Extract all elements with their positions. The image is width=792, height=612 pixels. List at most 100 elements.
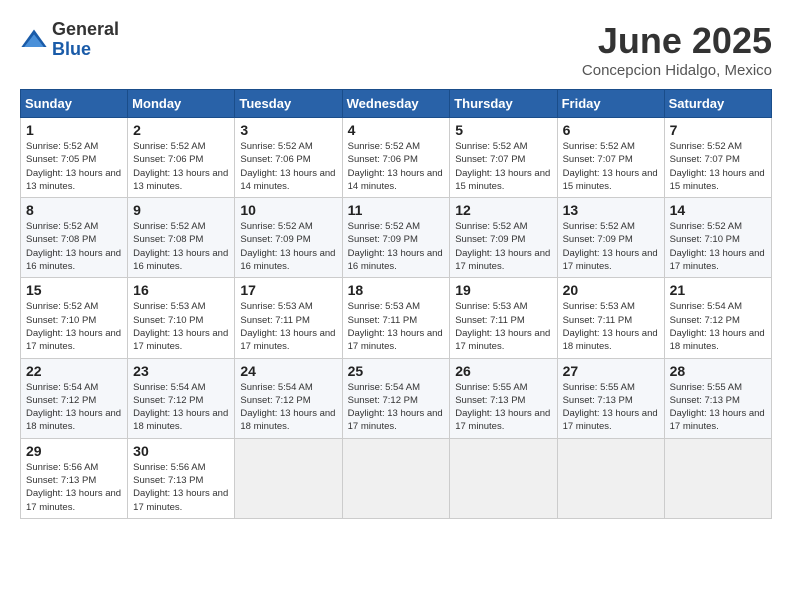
calendar-day-cell: 19 Sunrise: 5:53 AMSunset: 7:11 PMDayligh… bbox=[450, 278, 557, 358]
calendar-header-sunday: Sunday bbox=[21, 90, 128, 118]
title-area: June 2025 Concepcion Hidalgo, Mexico bbox=[582, 20, 772, 79]
day-number: 16 bbox=[133, 282, 229, 298]
day-info: Sunrise: 5:52 AMSunset: 7:06 PMDaylight:… bbox=[240, 140, 336, 193]
day-info: Sunrise: 5:53 AMSunset: 7:11 PMDaylight:… bbox=[240, 300, 336, 353]
day-info: Sunrise: 5:54 AMSunset: 7:12 PMDaylight:… bbox=[670, 300, 766, 353]
calendar-day-cell: 18 Sunrise: 5:53 AMSunset: 7:11 PMDayligh… bbox=[342, 278, 450, 358]
day-number: 12 bbox=[455, 202, 551, 218]
calendar-day-cell: 15 Sunrise: 5:52 AMSunset: 7:10 PMDayligh… bbox=[21, 278, 128, 358]
logo-general: General bbox=[52, 20, 119, 40]
calendar-day-cell: 24 Sunrise: 5:54 AMSunset: 7:12 PMDayligh… bbox=[235, 358, 342, 438]
calendar-day-cell: 26 Sunrise: 5:55 AMSunset: 7:13 PMDayligh… bbox=[450, 358, 557, 438]
day-info: Sunrise: 5:55 AMSunset: 7:13 PMDaylight:… bbox=[670, 381, 766, 434]
day-number: 2 bbox=[133, 122, 229, 138]
calendar-day-cell: 29 Sunrise: 5:56 AMSunset: 7:13 PMDayligh… bbox=[21, 438, 128, 518]
calendar-header-wednesday: Wednesday bbox=[342, 90, 450, 118]
day-info: Sunrise: 5:52 AMSunset: 7:07 PMDaylight:… bbox=[670, 140, 766, 193]
calendar-day-cell: 27 Sunrise: 5:55 AMSunset: 7:13 PMDayligh… bbox=[557, 358, 664, 438]
calendar-week-row: 1 Sunrise: 5:52 AMSunset: 7:05 PMDaylight… bbox=[21, 118, 772, 198]
day-number: 18 bbox=[348, 282, 445, 298]
calendar-day-cell: 11 Sunrise: 5:52 AMSunset: 7:09 PMDayligh… bbox=[342, 198, 450, 278]
day-number: 29 bbox=[26, 443, 122, 459]
day-number: 11 bbox=[348, 202, 445, 218]
day-info: Sunrise: 5:53 AMSunset: 7:10 PMDaylight:… bbox=[133, 300, 229, 353]
day-info: Sunrise: 5:54 AMSunset: 7:12 PMDaylight:… bbox=[240, 381, 336, 434]
day-info: Sunrise: 5:55 AMSunset: 7:13 PMDaylight:… bbox=[563, 381, 659, 434]
day-info: Sunrise: 5:54 AMSunset: 7:12 PMDaylight:… bbox=[348, 381, 445, 434]
day-info: Sunrise: 5:52 AMSunset: 7:08 PMDaylight:… bbox=[133, 220, 229, 273]
logo-blue: Blue bbox=[52, 40, 119, 60]
calendar-day-cell: 30Sunrise: 5:56 AMSunset: 7:13 PMDayligh… bbox=[128, 438, 235, 518]
calendar-header-thursday: Thursday bbox=[450, 90, 557, 118]
calendar-day-cell: 21 Sunrise: 5:54 AMSunset: 7:12 PMDayligh… bbox=[664, 278, 771, 358]
calendar: SundayMondayTuesdayWednesdayThursdayFrid… bbox=[20, 89, 772, 519]
day-number: 19 bbox=[455, 282, 551, 298]
day-number: 10 bbox=[240, 202, 336, 218]
logo-text: General Blue bbox=[52, 20, 119, 60]
calendar-header-tuesday: Tuesday bbox=[235, 90, 342, 118]
day-info: Sunrise: 5:54 AMSunset: 7:12 PMDaylight:… bbox=[133, 381, 229, 434]
day-info: Sunrise: 5:52 AMSunset: 7:05 PMDaylight:… bbox=[26, 140, 122, 193]
calendar-day-cell: 25 Sunrise: 5:54 AMSunset: 7:12 PMDayligh… bbox=[342, 358, 450, 438]
day-number: 17 bbox=[240, 282, 336, 298]
day-info: Sunrise: 5:54 AMSunset: 7:12 PMDaylight:… bbox=[26, 381, 122, 434]
calendar-day-cell: 20Sunrise: 5:53 AMSunset: 7:11 PMDayligh… bbox=[557, 278, 664, 358]
month-title: June 2025 bbox=[582, 20, 772, 62]
day-info: Sunrise: 5:52 AMSunset: 7:09 PMDaylight:… bbox=[240, 220, 336, 273]
day-number: 27 bbox=[563, 363, 659, 379]
calendar-week-row: 22 Sunrise: 5:54 AMSunset: 7:12 PMDayligh… bbox=[21, 358, 772, 438]
day-number: 22 bbox=[26, 363, 122, 379]
page-header: General Blue June 2025 Concepcion Hidalg… bbox=[20, 20, 772, 79]
calendar-day-cell: 22 Sunrise: 5:54 AMSunset: 7:12 PMDayligh… bbox=[21, 358, 128, 438]
calendar-day-cell: 10 Sunrise: 5:52 AMSunset: 7:09 PMDayligh… bbox=[235, 198, 342, 278]
calendar-day-cell: 2 Sunrise: 5:52 AMSunset: 7:06 PMDaylight… bbox=[128, 118, 235, 198]
day-info: Sunrise: 5:52 AMSunset: 7:09 PMDaylight:… bbox=[563, 220, 659, 273]
calendar-week-row: 15 Sunrise: 5:52 AMSunset: 7:10 PMDayligh… bbox=[21, 278, 772, 358]
calendar-header-saturday: Saturday bbox=[664, 90, 771, 118]
day-number: 5 bbox=[455, 122, 551, 138]
calendar-day-cell: 7 Sunrise: 5:52 AMSunset: 7:07 PMDaylight… bbox=[664, 118, 771, 198]
calendar-header-row: SundayMondayTuesdayWednesdayThursdayFrid… bbox=[21, 90, 772, 118]
calendar-day-cell: 17 Sunrise: 5:53 AMSunset: 7:11 PMDayligh… bbox=[235, 278, 342, 358]
calendar-day-cell: 28Sunrise: 5:55 AMSunset: 7:13 PMDayligh… bbox=[664, 358, 771, 438]
day-number: 25 bbox=[348, 363, 445, 379]
calendar-header-friday: Friday bbox=[557, 90, 664, 118]
day-info: Sunrise: 5:53 AMSunset: 7:11 PMDaylight:… bbox=[455, 300, 551, 353]
calendar-day-cell bbox=[235, 438, 342, 518]
day-number: 1 bbox=[26, 122, 122, 138]
day-number: 7 bbox=[670, 122, 766, 138]
calendar-day-cell: 23Sunrise: 5:54 AMSunset: 7:12 PMDayligh… bbox=[128, 358, 235, 438]
day-info: Sunrise: 5:52 AMSunset: 7:06 PMDaylight:… bbox=[348, 140, 445, 193]
day-number: 15 bbox=[26, 282, 122, 298]
day-info: Sunrise: 5:52 AMSunset: 7:10 PMDaylight:… bbox=[26, 300, 122, 353]
calendar-day-cell: 12Sunrise: 5:52 AMSunset: 7:09 PMDayligh… bbox=[450, 198, 557, 278]
day-number: 4 bbox=[348, 122, 445, 138]
day-number: 24 bbox=[240, 363, 336, 379]
day-info: Sunrise: 5:53 AMSunset: 7:11 PMDaylight:… bbox=[348, 300, 445, 353]
day-number: 14 bbox=[670, 202, 766, 218]
calendar-week-row: 8 Sunrise: 5:52 AMSunset: 7:08 PMDaylight… bbox=[21, 198, 772, 278]
calendar-day-cell: 14Sunrise: 5:52 AMSunset: 7:10 PMDayligh… bbox=[664, 198, 771, 278]
day-number: 3 bbox=[240, 122, 336, 138]
logo: General Blue bbox=[20, 20, 119, 60]
day-info: Sunrise: 5:52 AMSunset: 7:06 PMDaylight:… bbox=[133, 140, 229, 193]
calendar-day-cell: 5Sunrise: 5:52 AMSunset: 7:07 PMDaylight… bbox=[450, 118, 557, 198]
calendar-day-cell: 6Sunrise: 5:52 AMSunset: 7:07 PMDaylight… bbox=[557, 118, 664, 198]
calendar-day-cell: 13 Sunrise: 5:52 AMSunset: 7:09 PMDayligh… bbox=[557, 198, 664, 278]
day-number: 21 bbox=[670, 282, 766, 298]
calendar-day-cell bbox=[664, 438, 771, 518]
day-number: 26 bbox=[455, 363, 551, 379]
calendar-day-cell: 1 Sunrise: 5:52 AMSunset: 7:05 PMDaylight… bbox=[21, 118, 128, 198]
day-info: Sunrise: 5:55 AMSunset: 7:13 PMDaylight:… bbox=[455, 381, 551, 434]
day-number: 9 bbox=[133, 202, 229, 218]
day-number: 13 bbox=[563, 202, 659, 218]
day-info: Sunrise: 5:52 AMSunset: 7:07 PMDaylight:… bbox=[563, 140, 659, 193]
calendar-day-cell bbox=[557, 438, 664, 518]
day-info: Sunrise: 5:56 AMSunset: 7:13 PMDaylight:… bbox=[26, 461, 122, 514]
calendar-day-cell: 8Sunrise: 5:52 AMSunset: 7:08 PMDaylight… bbox=[21, 198, 128, 278]
day-number: 30 bbox=[133, 443, 229, 459]
day-info: Sunrise: 5:52 AMSunset: 7:09 PMDaylight:… bbox=[348, 220, 445, 273]
calendar-day-cell bbox=[342, 438, 450, 518]
day-number: 8 bbox=[26, 202, 122, 218]
logo-icon bbox=[20, 26, 48, 54]
